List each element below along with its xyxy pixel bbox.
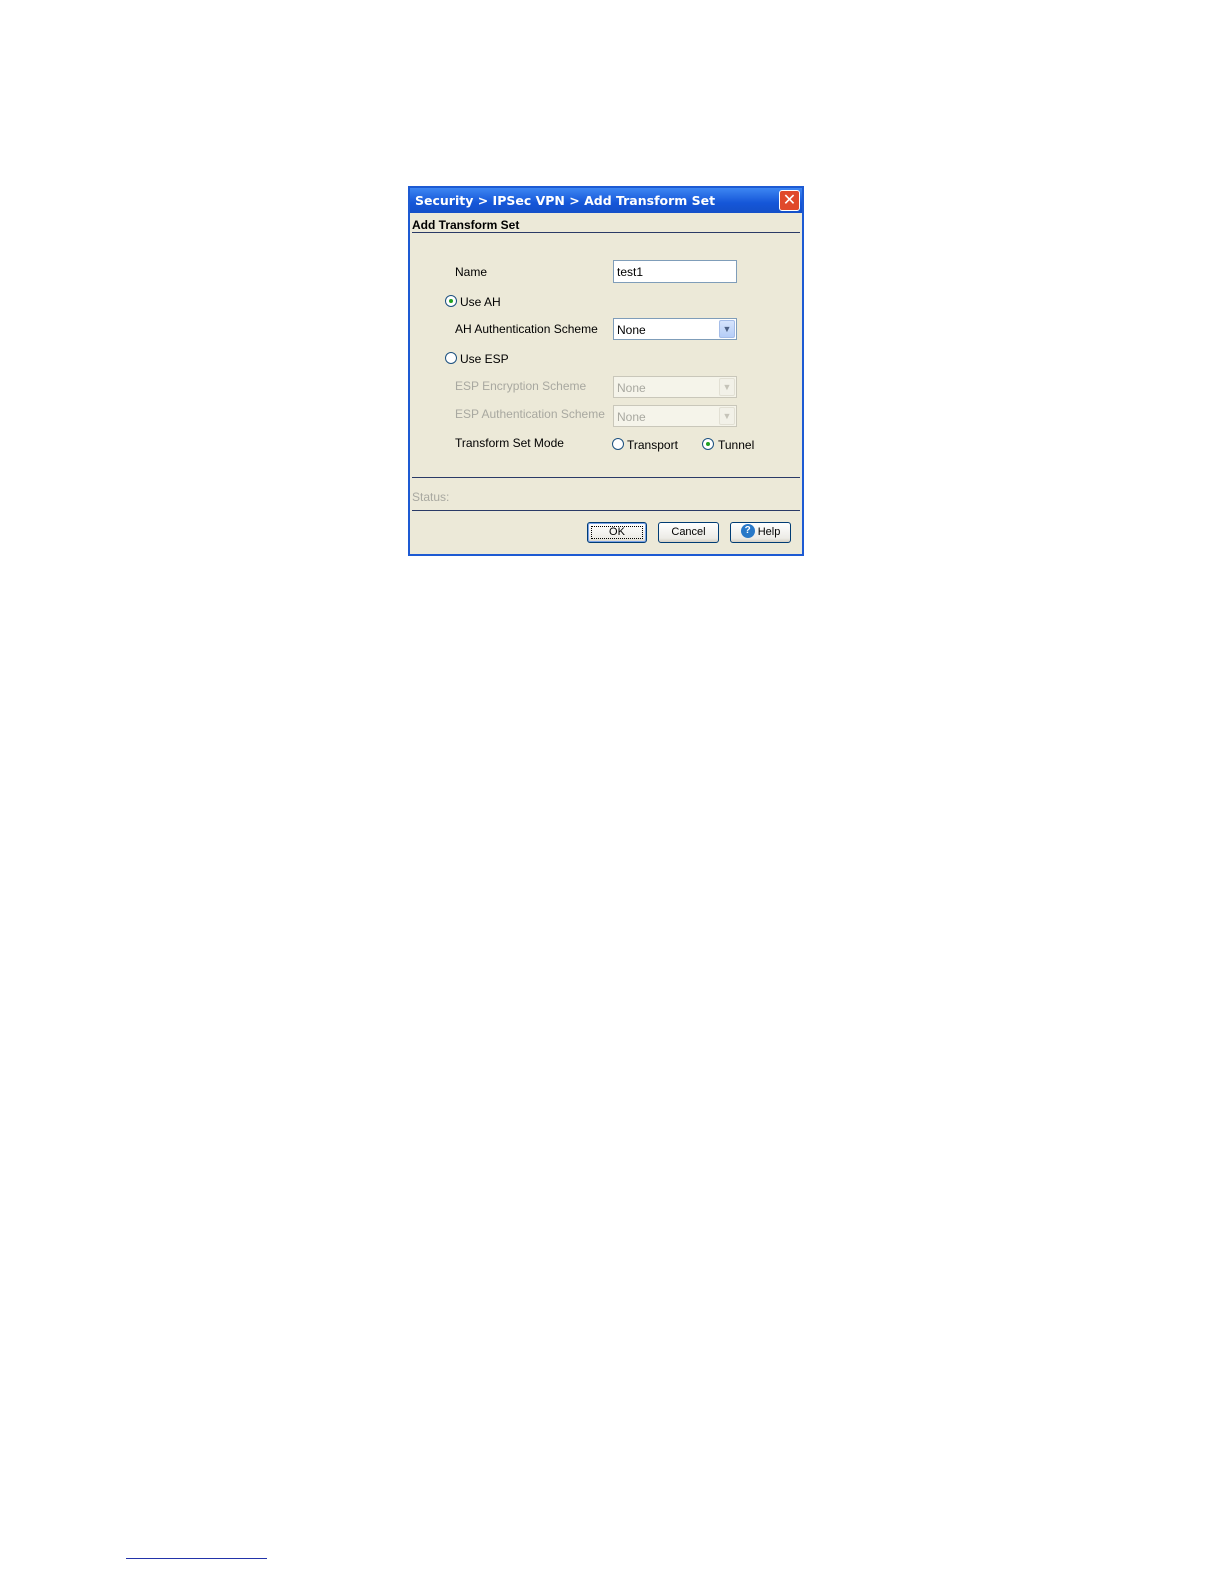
status-divider-bottom (412, 510, 800, 511)
page: Security > IPSec VPN > Add Transform Set… (0, 0, 1224, 1584)
transform-set-mode-label: Transform Set Mode (455, 436, 564, 450)
ah-auth-scheme-value: None (617, 323, 646, 337)
ok-button[interactable]: OK (587, 522, 647, 543)
mode-tunnel-radio[interactable] (702, 438, 714, 450)
esp-encryption-scheme-label: ESP Encryption Scheme (455, 379, 587, 393)
mode-tunnel-label[interactable]: Tunnel (718, 438, 754, 452)
use-esp-label[interactable]: Use ESP (460, 352, 509, 366)
name-input[interactable]: test1 (613, 260, 737, 283)
esp-auth-scheme-label: ESP Authentication Scheme (455, 407, 605, 421)
chevron-down-icon[interactable]: ▼ (719, 378, 735, 396)
dialog-title: Security > IPSec VPN > Add Transform Set (415, 193, 716, 208)
close-icon: ✕ (782, 190, 797, 209)
use-ah-radio[interactable] (445, 295, 457, 307)
esp-auth-scheme-value: None (617, 410, 646, 424)
cancel-button-label: Cancel (671, 526, 706, 538)
ah-auth-scheme-select[interactable]: None ▼ (613, 318, 737, 340)
cancel-button[interactable]: Cancel (658, 522, 719, 543)
use-ah-label[interactable]: Use AH (460, 295, 501, 309)
ah-auth-scheme-label: AH Authentication Scheme (455, 322, 598, 336)
status-divider-top (412, 477, 800, 478)
esp-auth-scheme-select[interactable]: None ▼ (613, 405, 737, 427)
esp-encryption-scheme-select[interactable]: None ▼ (613, 376, 737, 398)
focus-rectangle (591, 526, 643, 539)
esp-encryption-scheme-value: None (617, 381, 646, 395)
chevron-down-icon[interactable]: ▼ (719, 407, 735, 425)
help-button[interactable]: ? Help (730, 522, 791, 543)
name-label: Name (455, 265, 488, 279)
add-transform-set-dialog: Security > IPSec VPN > Add Transform Set… (408, 186, 804, 556)
header-divider (412, 232, 800, 233)
help-button-label: Help (757, 526, 781, 538)
use-esp-radio[interactable] (445, 352, 457, 364)
chevron-down-icon[interactable]: ▼ (719, 320, 735, 338)
dialog-titlebar[interactable]: Security > IPSec VPN > Add Transform Set… (410, 188, 802, 213)
mode-transport-label[interactable]: Transport (627, 438, 678, 452)
status-label: Status: (412, 490, 450, 504)
close-button[interactable]: ✕ (779, 190, 800, 211)
section-header: Add Transform Set (412, 218, 520, 232)
footnote-separator (126, 1558, 267, 1559)
help-icon: ? (740, 524, 755, 539)
mode-transport-radio[interactable] (612, 438, 624, 450)
